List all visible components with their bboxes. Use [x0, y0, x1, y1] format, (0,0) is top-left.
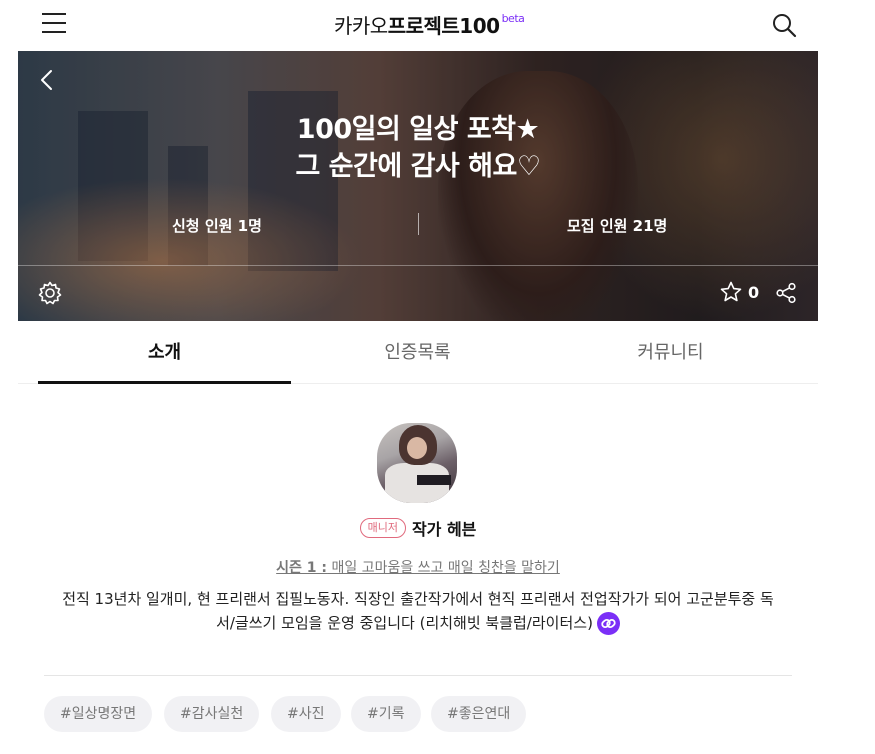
- hero-banner: 100일의 일상 포착★ 그 순간에 감사 해요♡ 신청 인원 1명 모집 인원…: [18, 51, 818, 321]
- tag-chip[interactable]: #좋은연대: [431, 696, 527, 732]
- logo-beta: beta: [501, 12, 525, 25]
- settings-gear-icon[interactable]: [37, 280, 63, 306]
- top-bar: 카카오프로젝트100 beta: [0, 0, 875, 50]
- description-line1: 전직 13년차 일개미, 현 프리랜서 집필노동자. 직장인 출간작가에서 현직…: [62, 590, 774, 608]
- hamburger-menu-icon[interactable]: [42, 13, 66, 35]
- project-title-line1: 100일의 일상 포착★: [296, 114, 540, 145]
- recruit-value: 21명: [632, 217, 668, 235]
- manager-badge: 매니저: [359, 518, 406, 538]
- avatar-shape: [407, 437, 427, 459]
- applicants-label: 신청 인원: [172, 217, 233, 235]
- share-icon[interactable]: [775, 282, 797, 304]
- tab-bar: 소개 인증목록 커뮤니티: [18, 322, 818, 384]
- search-icon[interactable]: [771, 12, 797, 38]
- description-line2: 서/글쓰기 모임을 운영 중입니다 (리치해빗 북클럽/라이터스): [216, 614, 593, 632]
- tab-community[interactable]: 커뮤니티: [544, 322, 797, 384]
- owner-description: 전직 13년차 일개미, 현 프리랜서 집필노동자. 직장인 출간작가에서 현직…: [40, 587, 796, 635]
- logo-project100: 프로젝트100: [387, 14, 500, 38]
- favorite-count: 0: [748, 283, 760, 302]
- description-line2-wrap: 서/글쓰기 모임을 운영 중입니다 (리치해빗 북클럽/라이터스): [40, 611, 796, 635]
- recruit-count: 모집 인원 21명: [567, 215, 667, 236]
- link-icon[interactable]: [596, 612, 620, 635]
- active-tab-indicator: [38, 381, 291, 384]
- section-divider: [44, 675, 792, 676]
- owner-avatar[interactable]: [377, 423, 457, 503]
- favorite-star-icon[interactable]: [720, 281, 742, 303]
- tag-chip[interactable]: #사진: [271, 696, 341, 732]
- season-title: 매일 고마움을 쓰고 매일 칭찬을 말하기: [331, 560, 560, 576]
- tab-intro[interactable]: 소개: [38, 322, 291, 384]
- tab-verification-list[interactable]: 인증목록: [291, 322, 544, 384]
- recruit-label: 모집 인원: [567, 217, 628, 235]
- applicants-count: 신청 인원 1명: [172, 215, 262, 236]
- season-prefix: 시즌 1 :: [276, 560, 328, 576]
- hero-divider: [18, 265, 818, 266]
- back-chevron-icon[interactable]: [38, 69, 58, 91]
- logo-kakao: 카카오: [334, 14, 388, 38]
- project-title-line2: 그 순간에 감사 해요♡: [295, 151, 541, 182]
- owner-name[interactable]: 작가 헤븐: [412, 516, 476, 540]
- applicants-value: 1명: [237, 217, 262, 235]
- logo[interactable]: 카카오프로젝트100 beta: [334, 10, 525, 39]
- season-link[interactable]: 시즌 1 : 매일 고마움을 쓰고 매일 칭찬을 말하기: [0, 557, 836, 577]
- tag-chip[interactable]: #감사실천: [164, 696, 260, 732]
- avatar-shape: [417, 475, 451, 485]
- tag-chip[interactable]: #일상명장면: [44, 696, 153, 732]
- owner-info: 매니저 작가 헤븐: [0, 516, 836, 540]
- stat-divider: [418, 213, 419, 235]
- hero-overlay: [18, 51, 818, 321]
- tag-chip[interactable]: #기록: [351, 696, 421, 732]
- project-title: 100일의 일상 포착★ 그 순간에 감사 해요♡: [18, 111, 818, 185]
